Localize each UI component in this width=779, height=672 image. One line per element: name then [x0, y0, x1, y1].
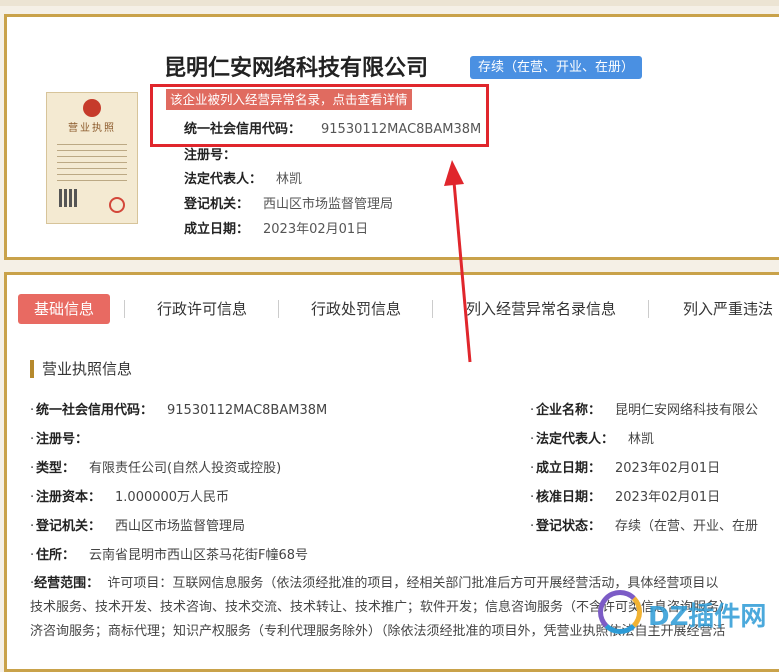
tab-basic-info[interactable]: 基础信息 — [18, 294, 111, 324]
watermark-icon — [598, 590, 642, 634]
tab-divider — [648, 300, 649, 318]
highlight-box — [150, 84, 489, 147]
info-row: · 注册号： — [30, 432, 89, 447]
legal-representative-field: 法定代表人： 林凯 — [184, 172, 303, 187]
tab-divider — [124, 300, 125, 318]
official-seal-icon — [109, 197, 125, 213]
tab-divider — [432, 300, 433, 318]
info-row: · 登记机关： 西山区市场监督管理局 — [30, 519, 246, 534]
info-row: · 法定代表人： 林凯 — [530, 432, 655, 447]
info-row: · 登记状态： 存续（在营、开业、在册 — [530, 519, 759, 534]
qr-code-icon — [59, 189, 77, 207]
info-row: · 成立日期： 2023年02月01日 — [530, 461, 721, 476]
registration-authority-field: 登记机关： 西山区市场监督管理局 — [184, 197, 394, 212]
tab-admin-license[interactable]: 行政许可信息 — [157, 294, 247, 324]
section-title: 营业执照信息 — [30, 360, 132, 378]
national-emblem-icon — [83, 99, 101, 117]
tab-admin-penalty[interactable]: 行政处罚信息 — [311, 294, 401, 324]
info-row: · 企业名称： 昆明仁安网络科技有限公 — [530, 403, 759, 418]
tab-abnormal-list[interactable]: 列入经营异常名录信息 — [466, 294, 616, 324]
tab-serious-violation[interactable]: 列入严重违法 — [683, 294, 773, 324]
top-strip — [0, 0, 779, 6]
info-row: · 核准日期： 2023年02月01日 — [530, 490, 721, 505]
info-row: · 类型： 有限责任公司(自然人投资或控股) — [30, 461, 282, 476]
info-row: · 住所： 云南省昆明市西山区茶马花街F幢68号 — [30, 548, 309, 563]
info-row: · 注册资本： 1.000000万人民币 — [30, 490, 230, 505]
watermark-logo: DZ插件网 — [592, 582, 779, 640]
company-name: 昆明仁安网络科技有限公司 — [164, 56, 429, 81]
status-badge: 存续（在营、开业、在册） — [470, 56, 643, 79]
business-license-thumbnail[interactable]: 营业执照 — [46, 92, 138, 224]
license-title: 营业执照 — [68, 123, 116, 134]
tab-divider — [278, 300, 279, 318]
info-row: · 统一社会信用代码： 91530112MAC8BAM38M — [30, 403, 328, 418]
license-text-lines — [57, 139, 127, 181]
establishment-date-field: 成立日期： 2023年02月01日 — [184, 222, 369, 237]
